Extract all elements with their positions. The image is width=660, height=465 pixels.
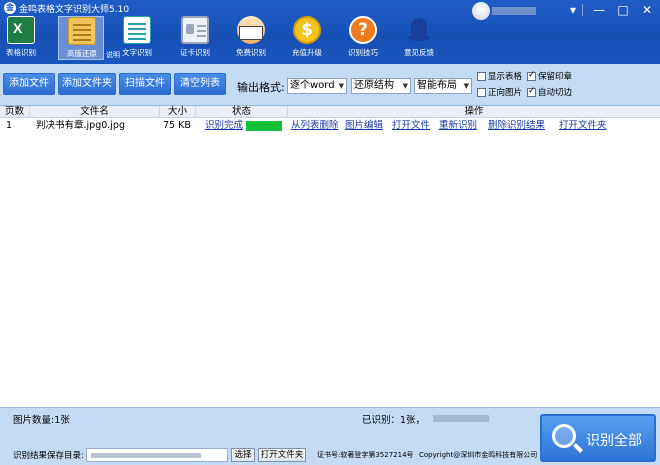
clear-list-button[interactable]: 清空列表	[174, 73, 226, 95]
text-document-icon	[123, 16, 151, 44]
file-table: 页数 文件名 大小 状态 操作 1 判决书有章.jpg0.jpg 75 KB 识…	[0, 106, 660, 407]
orient-image-checkbox[interactable]: 正向图片	[477, 86, 522, 98]
add-file-button[interactable]: 添加文件	[3, 73, 55, 95]
row-page-cell: 1	[6, 120, 13, 131]
layout-value: 智能布局	[417, 80, 457, 91]
show-table-checkbox[interactable]: 显示表格	[477, 70, 522, 82]
column-header-size[interactable]: 大小	[160, 106, 196, 118]
layout-select[interactable]: 智能布局 ▼	[414, 78, 472, 94]
text-recognition-label: 文字识别	[122, 48, 152, 57]
feedback-button[interactable]: 意见反馈	[396, 16, 442, 60]
free-recognition-label: 免费识别	[236, 48, 266, 57]
upgrade-label: 充值升级	[292, 48, 322, 57]
recognition-tips-label: 识别技巧	[348, 48, 378, 57]
open-file-link[interactable]: 打开文件	[392, 120, 430, 132]
recognized-detail-blurred	[433, 415, 489, 422]
high-restore-label: 高版还原	[67, 49, 97, 58]
save-dir-label: 识别结果保存目录:	[13, 451, 84, 461]
window-title: 金鸣表格文字识别大师5.10	[19, 5, 130, 15]
excel-icon: X	[7, 16, 35, 44]
minimize-button[interactable]: —	[588, 1, 610, 19]
free-recognition-button[interactable]: 免费识别	[228, 16, 274, 60]
copyright-text: Copyright@深圳市金鸣科技有限公司	[419, 451, 538, 459]
open-folder-link[interactable]: 打开文件夹	[559, 120, 607, 132]
output-word-select[interactable]: 逐个word ▼	[287, 78, 347, 94]
keep-seal-label: 保留印章	[538, 72, 573, 82]
id-card-recognition-label: 证卡识别	[180, 48, 210, 57]
certificate-text: 证书号:软著登字第3527214号	[317, 451, 414, 459]
user-name-blurred[interactable]	[492, 7, 536, 15]
remove-from-list-link[interactable]: 从列表删除	[291, 120, 339, 132]
table-header: 页数 文件名 大小 状态 操作	[0, 106, 660, 118]
magnifier-icon	[552, 424, 576, 448]
structure-select[interactable]: 还原结构 ▼	[351, 78, 411, 94]
recognize-all-button[interactable]: 识别全部	[540, 414, 656, 462]
menu-chevron-icon[interactable]: ▾	[562, 1, 584, 19]
high-restore-button[interactable]: 高版还原	[58, 16, 104, 60]
add-folder-button[interactable]: 添加文件夹	[58, 73, 116, 95]
maximize-button[interactable]: □	[612, 1, 634, 19]
chevron-down-icon: ▼	[402, 82, 408, 90]
select-dir-button[interactable]: 选择	[231, 448, 255, 462]
progress-bar	[246, 121, 282, 131]
book-reader-icon	[237, 16, 265, 44]
close-button[interactable]: ✕	[636, 1, 658, 19]
document-icon	[68, 17, 96, 45]
column-header-name[interactable]: 文件名	[30, 106, 160, 118]
app-logo-icon: 金	[4, 2, 16, 14]
checkbox-checked-icon	[527, 70, 536, 81]
image-count-label: 图片数量:1张	[13, 415, 70, 426]
row-size-cell: 75 KB	[163, 120, 191, 131]
text-recognition-button[interactable]: 文字识别	[114, 16, 160, 60]
recognize-all-label: 识别全部	[586, 433, 642, 449]
output-format-label: 输出格式:	[237, 81, 285, 94]
keep-seal-checkbox[interactable]: 保留印章	[527, 70, 572, 82]
scan-file-button[interactable]: 扫描文件	[119, 73, 171, 95]
output-word-value: 逐个word	[290, 80, 335, 91]
title-bar: 金 金鸣表格文字识别大师5.10 ▾ — □ ✕ X 表格识别 高版还原 说明 …	[0, 0, 660, 64]
structure-value: 还原结构	[354, 80, 394, 91]
image-edit-link[interactable]: 图片编辑	[345, 120, 383, 132]
column-header-status[interactable]: 状态	[196, 106, 288, 118]
auto-crop-checkbox[interactable]: 自动切边	[527, 86, 572, 98]
column-header-operations[interactable]: 操作	[288, 106, 660, 118]
id-card-recognition-button[interactable]: 证卡识别	[172, 16, 218, 60]
column-header-page[interactable]: 页数	[0, 106, 30, 118]
feedback-label: 意见反馈	[404, 48, 434, 57]
coin-icon: $	[293, 16, 321, 44]
re-recognize-link[interactable]: 重新识别	[439, 120, 477, 132]
table-row[interactable]: 1 判决书有章.jpg0.jpg 75 KB 识别完成 从列表删除 图片编辑 打…	[0, 120, 660, 132]
chevron-down-icon: ▼	[338, 82, 344, 90]
table-recognition-label: 表格识别	[6, 48, 36, 57]
recognition-tips-button[interactable]: ? 识别技巧	[340, 16, 386, 60]
auto-crop-label: 自动切边	[538, 88, 573, 98]
row-status-link[interactable]: 识别完成	[205, 120, 243, 132]
open-output-folder-button[interactable]: 打开文件夹	[258, 448, 306, 462]
table-recognition-button[interactable]: X 表格识别	[0, 16, 44, 60]
delete-result-link[interactable]: 删除识别结果	[488, 120, 545, 132]
orient-image-label: 正向图片	[488, 88, 523, 98]
question-icon: ?	[349, 16, 377, 44]
user-avatar[interactable]	[472, 2, 490, 20]
checkbox-checked-icon	[527, 86, 536, 97]
row-filename-cell: 判决书有章.jpg0.jpg	[36, 120, 125, 131]
status-panel: 图片数量:1张 已识别：1张， 识别结果保存目录: 选择 打开文件夹 证书号:软…	[0, 407, 660, 465]
id-card-icon	[181, 16, 209, 44]
upgrade-button[interactable]: $ 充值升级	[284, 16, 330, 60]
checkbox-unchecked-icon	[477, 71, 486, 81]
title-separator	[582, 4, 583, 16]
recognized-count-label: 已识别：1张，	[362, 415, 426, 426]
checkbox-unchecked-icon	[477, 87, 486, 97]
save-dir-input[interactable]	[86, 448, 228, 462]
qq-penguin-icon	[405, 16, 433, 44]
chevron-down-icon: ▼	[463, 82, 469, 90]
show-table-label: 显示表格	[488, 72, 523, 82]
